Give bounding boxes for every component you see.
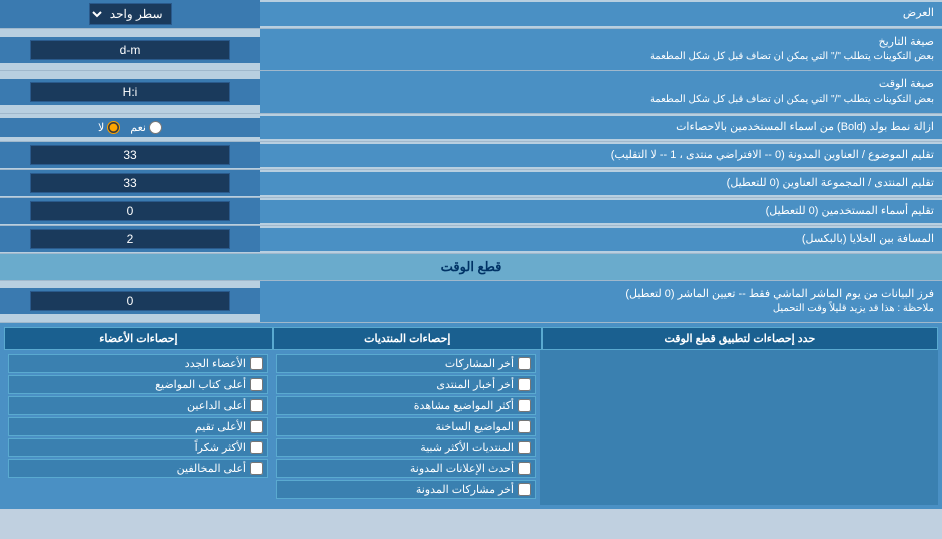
bold-removal-row: ازالة نمط بولد (Bold) من اسماء المستخدمي… [0, 114, 942, 142]
bold-removal-label: ازالة نمط بولد (Bold) من اسماء المستخدمي… [260, 116, 942, 139]
date-format-input[interactable] [30, 40, 230, 60]
checkbox-most-thanked-input[interactable] [250, 441, 263, 454]
checkbox-most-forums: المنتديات الأكثر شبية [276, 438, 536, 457]
forum-trim-input-container [0, 170, 260, 196]
forum-trim-label: تقليم المنتدى / المجموعة العناوين (0 للت… [260, 172, 942, 195]
checkbox-forum-news: أخر أخبار المنتدى [276, 375, 536, 394]
checkbox-top-authors-input[interactable] [250, 378, 263, 391]
cutoff-filter-input-container [0, 288, 260, 314]
bold-removal-radio-container: نعم لا [0, 118, 260, 137]
forum-stats-header-cell: إحصاءات المنتديات [273, 327, 542, 350]
checkbox-blog-posts: أخر مشاركات المدونة [276, 480, 536, 499]
main-container: العرض سطر واحد صيغة التاريخ بعض التكوينا… [0, 0, 942, 509]
bold-removal-radio-group: نعم لا [98, 121, 162, 134]
username-trim-input[interactable] [30, 201, 230, 221]
title-trim-input-container [0, 142, 260, 168]
checkbox-top-authors: أعلى كتاب المواضيع [8, 375, 268, 394]
radio-yes[interactable] [149, 121, 162, 134]
title-trim-label: تقليم الموضوع / العناوين المدونة (0 -- ا… [260, 144, 942, 167]
stats-checkboxes-row: أخر المشاركات أخر أخبار المنتدى أكثر الم… [4, 350, 938, 505]
cell-spacing-label: المسافة بين الخلايا (بالبكسل) [260, 228, 942, 251]
time-format-row: صيغة الوقت بعض التكوينات يتطلب "/" التي … [0, 71, 942, 113]
time-format-label: صيغة الوقت بعض التكوينات يتطلب "/" التي … [260, 71, 942, 112]
checkbox-top-inviters: أعلى الداعين [8, 396, 268, 415]
cutoff-filter-label: فرز البيانات من يوم الماشر الماشي فقط --… [260, 281, 942, 322]
checkbox-top-violators-input[interactable] [250, 462, 263, 475]
checkbox-last-posts: أخر المشاركات [276, 354, 536, 373]
checkbox-most-viewed-input[interactable] [518, 399, 531, 412]
date-format-label: صيغة التاريخ بعض التكوينات يتطلب "/" الت… [260, 29, 942, 70]
time-format-input-container [0, 79, 260, 105]
date-format-input-container [0, 37, 260, 63]
cutoff-section-header: قطع الوقت [0, 254, 942, 281]
username-trim-row: تقليم أسماء المستخدمين (0 للتعطيل) [0, 198, 942, 226]
checkbox-hot-topics-input[interactable] [518, 420, 531, 433]
checkbox-latest-announcements-input[interactable] [518, 462, 531, 475]
checkbox-most-forums-input[interactable] [518, 441, 531, 454]
cell-spacing-row: المسافة بين الخلايا (بالبكسل) [0, 226, 942, 254]
checkbox-new-members: الأعضاء الجدد [8, 354, 268, 373]
apply-header-cell: حدد إحصاءات لتطبيق قطع الوقت [542, 327, 938, 350]
checkbox-new-members-input[interactable] [250, 357, 263, 370]
member-stats-col: الأعضاء الجدد أعلى كتاب المواضيع أعلى ال… [4, 350, 272, 505]
display-header-row: العرض سطر واحد [0, 0, 942, 29]
title-trim-input[interactable] [30, 145, 230, 165]
username-trim-input-container [0, 198, 260, 224]
checkbox-forum-news-input[interactable] [518, 378, 531, 391]
display-select[interactable]: سطر واحد [89, 3, 172, 25]
apply-col [540, 350, 938, 505]
cell-spacing-input[interactable] [30, 229, 230, 249]
checkbox-latest-announcements: أحدث الإعلانات المدونة [276, 459, 536, 478]
forum-trim-row: تقليم المنتدى / المجموعة العناوين (0 للت… [0, 170, 942, 198]
cell-spacing-input-container [0, 226, 260, 252]
checkbox-hot-topics: المواضيع الساخنة [276, 417, 536, 436]
radio-yes-label[interactable]: نعم [130, 121, 162, 134]
checkbox-most-viewed: أكثر المواضيع مشاهدة [276, 396, 536, 415]
stats-section: حدد إحصاءات لتطبيق قطع الوقت إحصاءات الم… [0, 323, 942, 509]
radio-no[interactable] [107, 121, 120, 134]
checkbox-top-violators: أعلى المخالفين [8, 459, 268, 478]
checkbox-top-inviters-input[interactable] [250, 399, 263, 412]
date-format-row: صيغة التاريخ بعض التكوينات يتطلب "/" الت… [0, 29, 942, 71]
forum-stats-col: أخر المشاركات أخر أخبار المنتدى أكثر الم… [272, 350, 540, 505]
checkbox-top-rated: الأعلى تقيم [8, 417, 268, 436]
time-format-input[interactable] [30, 82, 230, 102]
checkbox-most-thanked: الأكثر شكراً [8, 438, 268, 457]
stats-headers-row: حدد إحصاءات لتطبيق قطع الوقت إحصاءات الم… [4, 327, 938, 350]
checkbox-top-rated-input[interactable] [250, 420, 263, 433]
checkbox-last-posts-input[interactable] [518, 357, 531, 370]
display-title-label: العرض [260, 2, 942, 25]
forum-trim-input[interactable] [30, 173, 230, 193]
display-select-container: سطر واحد [0, 0, 260, 28]
cutoff-filter-input[interactable] [30, 291, 230, 311]
title-trim-row: تقليم الموضوع / العناوين المدونة (0 -- ا… [0, 142, 942, 170]
checkbox-blog-posts-input[interactable] [518, 483, 531, 496]
cutoff-filter-row: فرز البيانات من يوم الماشر الماشي فقط --… [0, 281, 942, 323]
member-stats-header-cell: إحصاءات الأعضاء [4, 327, 273, 350]
username-trim-label: تقليم أسماء المستخدمين (0 للتعطيل) [260, 200, 942, 223]
radio-no-label[interactable]: لا [98, 121, 120, 134]
